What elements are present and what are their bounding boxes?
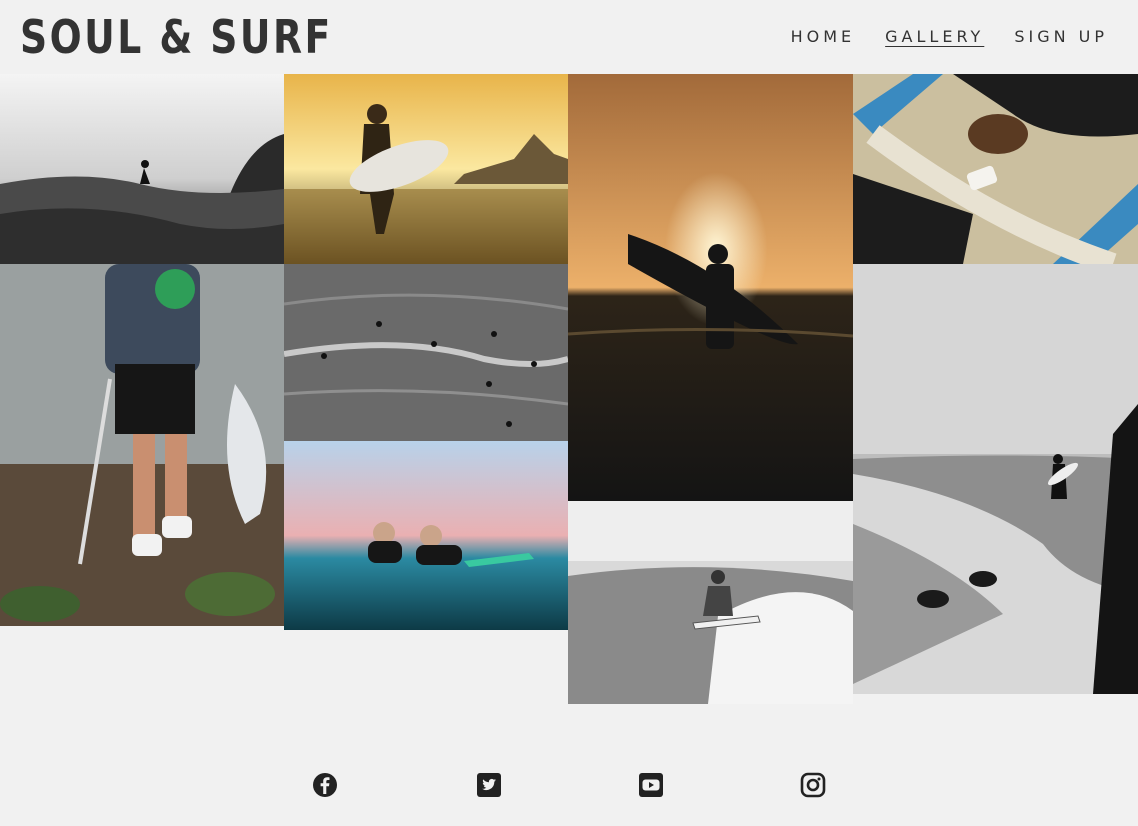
gallery-photo-surfer-silhouette-sunset[interactable] bbox=[568, 74, 853, 501]
nav-gallery[interactable]: GALLERY bbox=[885, 24, 984, 50]
twitter-icon[interactable] bbox=[476, 772, 502, 798]
gallery-photo-surfer-wave-bw[interactable] bbox=[0, 74, 284, 264]
facebook-icon[interactable] bbox=[312, 772, 338, 798]
site-footer bbox=[0, 760, 1138, 810]
instagram-icon[interactable] bbox=[800, 772, 826, 798]
gallery-photo-surfer-shoreline-bw[interactable] bbox=[853, 264, 1138, 694]
gallery-photo-waxing-surfboard[interactable] bbox=[853, 74, 1138, 264]
nav-sign-up[interactable]: SIGN UP bbox=[1014, 24, 1108, 50]
gallery-photo-two-surfers-pink-dusk[interactable] bbox=[284, 441, 568, 630]
main-nav: HOME GALLERY SIGN UP bbox=[791, 24, 1108, 50]
gallery-photo-beach-cleanup[interactable] bbox=[0, 264, 284, 626]
gallery-photo-woman-surfboard-sunset[interactable] bbox=[284, 74, 568, 264]
site-header: SOUL & SURF HOME GALLERY SIGN UP bbox=[0, 0, 1138, 74]
site-logo[interactable]: SOUL & SURF bbox=[20, 8, 333, 66]
youtube-icon[interactable] bbox=[638, 772, 664, 798]
gallery-photo-surf-lineup-bw[interactable] bbox=[284, 264, 568, 441]
nav-home[interactable]: HOME bbox=[791, 24, 856, 50]
gallery-photo-surfer-on-wave-bw[interactable] bbox=[568, 501, 853, 704]
